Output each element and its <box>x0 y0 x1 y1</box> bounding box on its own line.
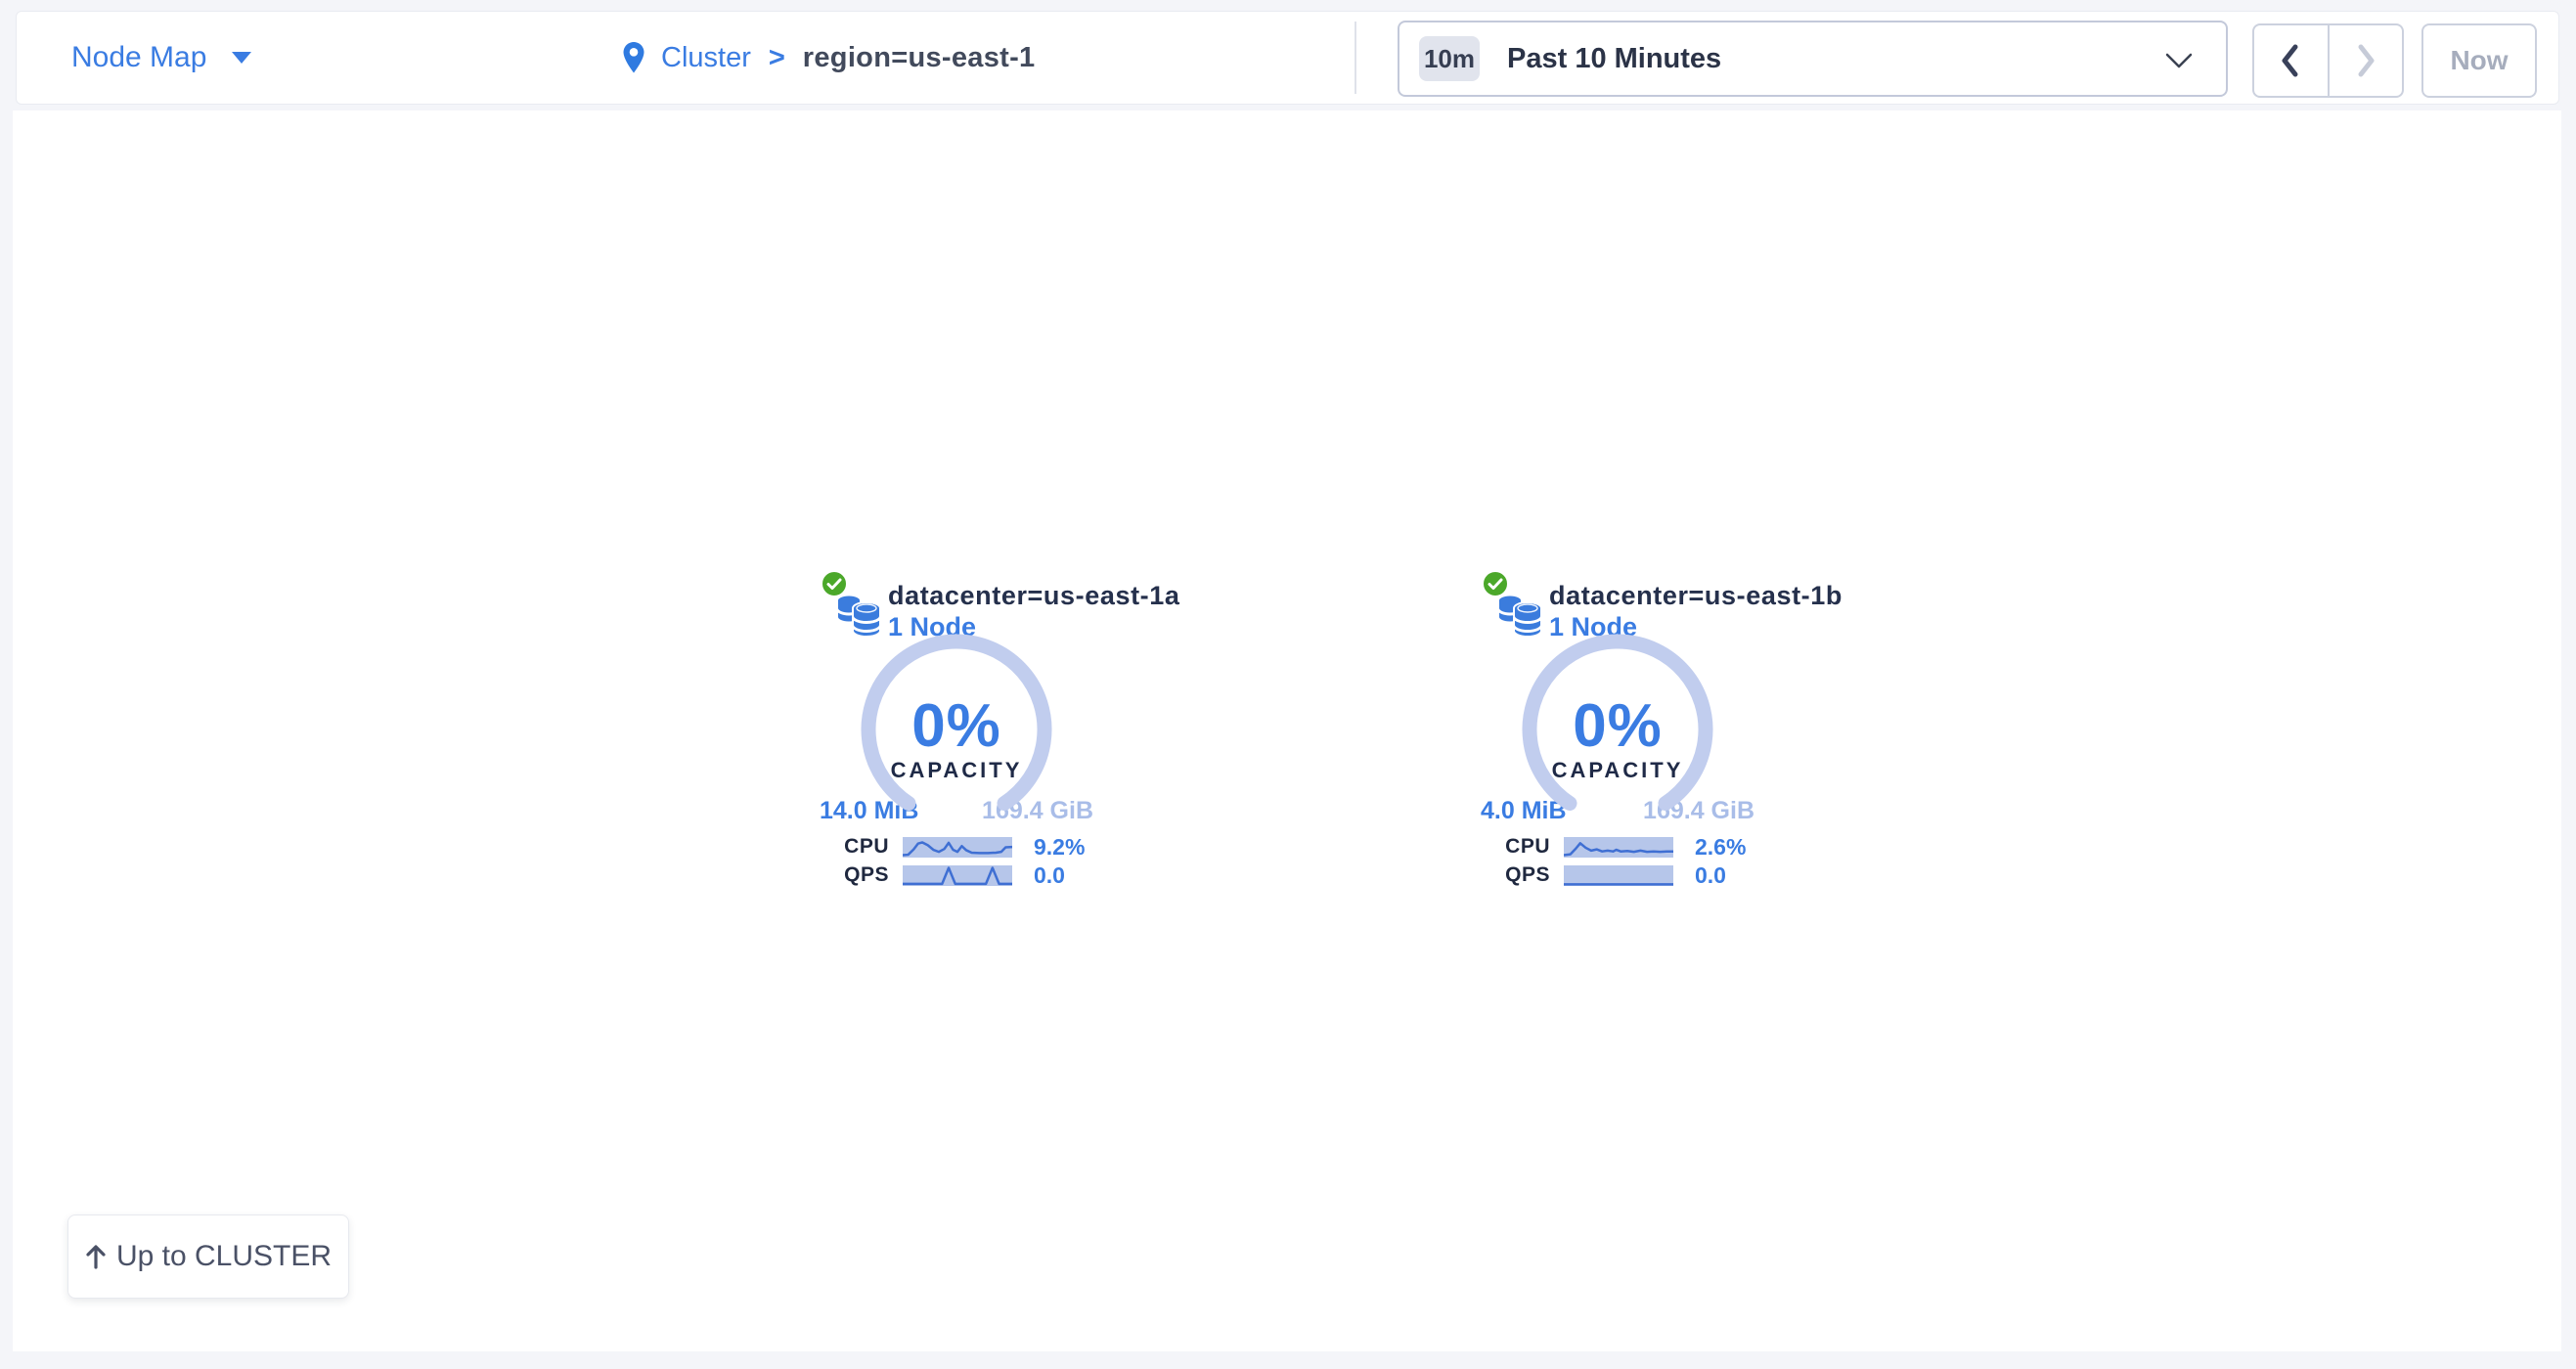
up-to-cluster-button[interactable]: Up to CLUSTER <box>67 1214 349 1299</box>
datacenter-card-us-east-1a[interactable]: datacenter=us-east-1a 1 Node 0% CAPACITY… <box>820 567 1093 892</box>
qps-value: 0.0 <box>1034 862 1065 889</box>
time-forward-button[interactable] <box>2330 25 2403 96</box>
header-divider <box>1355 22 1356 94</box>
capacity-gauge: 0% CAPACITY <box>1520 638 1715 794</box>
cpu-label: CPU <box>820 835 889 859</box>
cpu-sparkline <box>1564 837 1673 858</box>
healthy-check-icon <box>1481 569 1510 598</box>
time-window-badge: 10m <box>1419 36 1480 81</box>
time-window-label: Past 10 Minutes <box>1507 43 1721 75</box>
view-selector-label: Node Map <box>71 41 206 74</box>
up-to-cluster-label: Up to CLUSTER <box>116 1240 332 1273</box>
qps-label: QPS <box>820 863 889 887</box>
breadcrumb: Cluster > region=us-east-1 <box>622 12 1035 104</box>
view-selector-dropdown[interactable]: Node Map <box>71 12 251 104</box>
time-pager <box>2252 23 2404 98</box>
datacenter-card-us-east-1b[interactable]: datacenter=us-east-1b 1 Node 0% CAPACITY… <box>1481 567 1754 892</box>
cpu-value: 2.6% <box>1695 834 1746 861</box>
datacenter-header: datacenter=us-east-1b 1 Node <box>1481 567 1754 638</box>
time-back-button[interactable] <box>2254 25 2330 96</box>
qps-sparkline <box>903 865 1012 886</box>
cpu-row: CPU 2.6% <box>1481 835 1754 859</box>
chevron-left-icon <box>2280 43 2301 78</box>
qps-sparkline <box>1564 865 1673 886</box>
capacity-caption: CAPACITY <box>859 759 1054 782</box>
cpu-label: CPU <box>1481 835 1550 859</box>
cpu-value: 9.2% <box>1034 834 1085 861</box>
qps-value: 0.0 <box>1695 862 1726 889</box>
capacity-percent: 0% <box>859 696 1054 757</box>
chevron-right-icon <box>2355 43 2376 78</box>
caret-down-icon <box>232 52 251 64</box>
time-window-dropdown[interactable]: 10m Past 10 Minutes <box>1398 21 2228 97</box>
healthy-check-icon <box>820 569 849 598</box>
cpu-sparkline <box>903 837 1012 858</box>
map-pin-icon <box>622 41 645 74</box>
header-bar: Node Map Cluster > region=us-east-1 10m … <box>16 11 2559 105</box>
datacenter-title: datacenter=us-east-1b <box>1549 567 1754 608</box>
qps-label: QPS <box>1481 863 1550 887</box>
arrow-up-icon <box>85 1244 107 1269</box>
qps-row: QPS 0.0 <box>820 863 1093 887</box>
qps-row: QPS 0.0 <box>1481 863 1754 887</box>
now-button[interactable]: Now <box>2421 23 2537 98</box>
chevron-down-icon <box>2165 53 2193 69</box>
breadcrumb-current: region=us-east-1 <box>803 42 1036 74</box>
breadcrumb-separator: > <box>769 42 785 74</box>
capacity-percent: 0% <box>1520 696 1715 757</box>
capacity-caption: CAPACITY <box>1520 759 1715 782</box>
node-map-canvas <box>13 110 2561 1351</box>
datacenter-header: datacenter=us-east-1a 1 Node <box>820 567 1093 638</box>
cpu-row: CPU 9.2% <box>820 835 1093 859</box>
metrics: CPU 9.2% QPS 0.0 <box>820 835 1093 887</box>
breadcrumb-cluster-link[interactable]: Cluster <box>661 42 751 74</box>
capacity-gauge: 0% CAPACITY <box>859 638 1054 794</box>
datacenter-title: datacenter=us-east-1a <box>888 567 1093 608</box>
metrics: CPU 2.6% QPS 0.0 <box>1481 835 1754 887</box>
